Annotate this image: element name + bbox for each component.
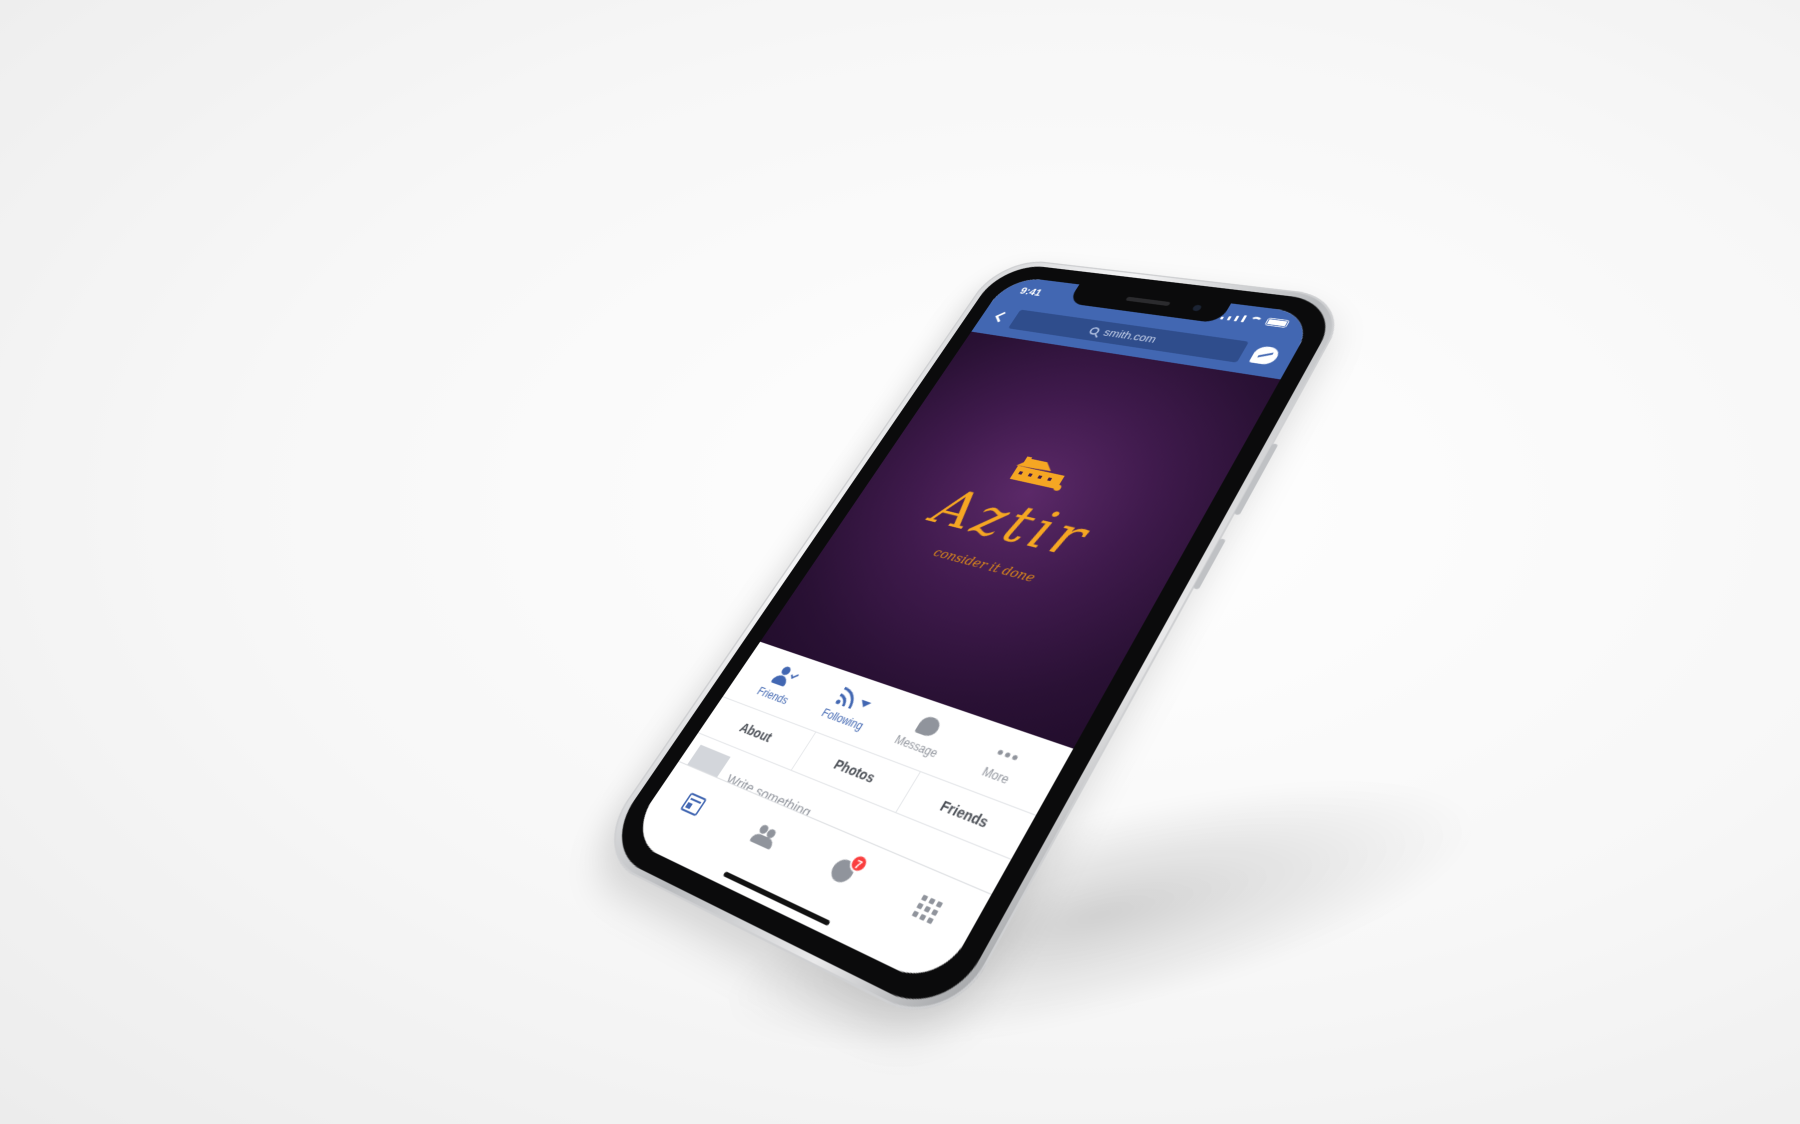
tab-notifications[interactable]: 7: [817, 849, 872, 893]
signal-bar-icon: [1226, 316, 1232, 321]
front-camera: [1191, 304, 1203, 312]
caret-down-icon: [858, 699, 872, 709]
signal-bar-icon: [1233, 315, 1240, 322]
following-button[interactable]: Following: [807, 681, 892, 739]
more-dots-icon: [993, 742, 1023, 767]
home-indicator[interactable]: [722, 871, 831, 927]
tab-news-feed[interactable]: [671, 785, 717, 824]
messenger-icon[interactable]: [1248, 345, 1282, 366]
mockup-stage: 9:41 smith.com Aztir consider it done Fr…: [0, 0, 1800, 1124]
more-label: More: [979, 764, 1012, 787]
friends-check-icon: [770, 665, 801, 689]
back-chevron-icon[interactable]: [995, 311, 1008, 323]
rss-follow-icon: [834, 686, 874, 714]
wifi-icon: [1247, 316, 1264, 325]
news-feed-icon: [679, 792, 708, 817]
battery-icon: [1264, 317, 1291, 328]
phone-device: 9:41 smith.com Aztir consider it done Fr…: [590, 256, 1354, 1034]
friends-button[interactable]: Friends: [740, 658, 820, 713]
status-icons: [1219, 312, 1291, 328]
phone-screen: 9:41 smith.com Aztir consider it done Fr…: [626, 275, 1318, 990]
messenger-icon: [913, 714, 943, 739]
message-label: Message: [891, 732, 941, 761]
tab-menu[interactable]: [900, 886, 954, 933]
more-button[interactable]: More: [955, 733, 1050, 798]
speaker-grille: [1125, 296, 1171, 307]
search-icon: [1088, 326, 1102, 335]
tab-friend-requests[interactable]: [741, 816, 789, 857]
message-button[interactable]: Message: [878, 706, 968, 767]
status-time: 9:41: [1017, 285, 1045, 298]
house-logo-icon: [1009, 456, 1065, 492]
friend-requests-icon: [749, 823, 781, 850]
signal-bar-icon: [1219, 316, 1224, 320]
signal-bar-icon: [1240, 315, 1248, 323]
search-text: smith.com: [1101, 326, 1160, 345]
menu-grid-icon: [911, 893, 943, 924]
friends-label: Friends: [754, 684, 792, 707]
